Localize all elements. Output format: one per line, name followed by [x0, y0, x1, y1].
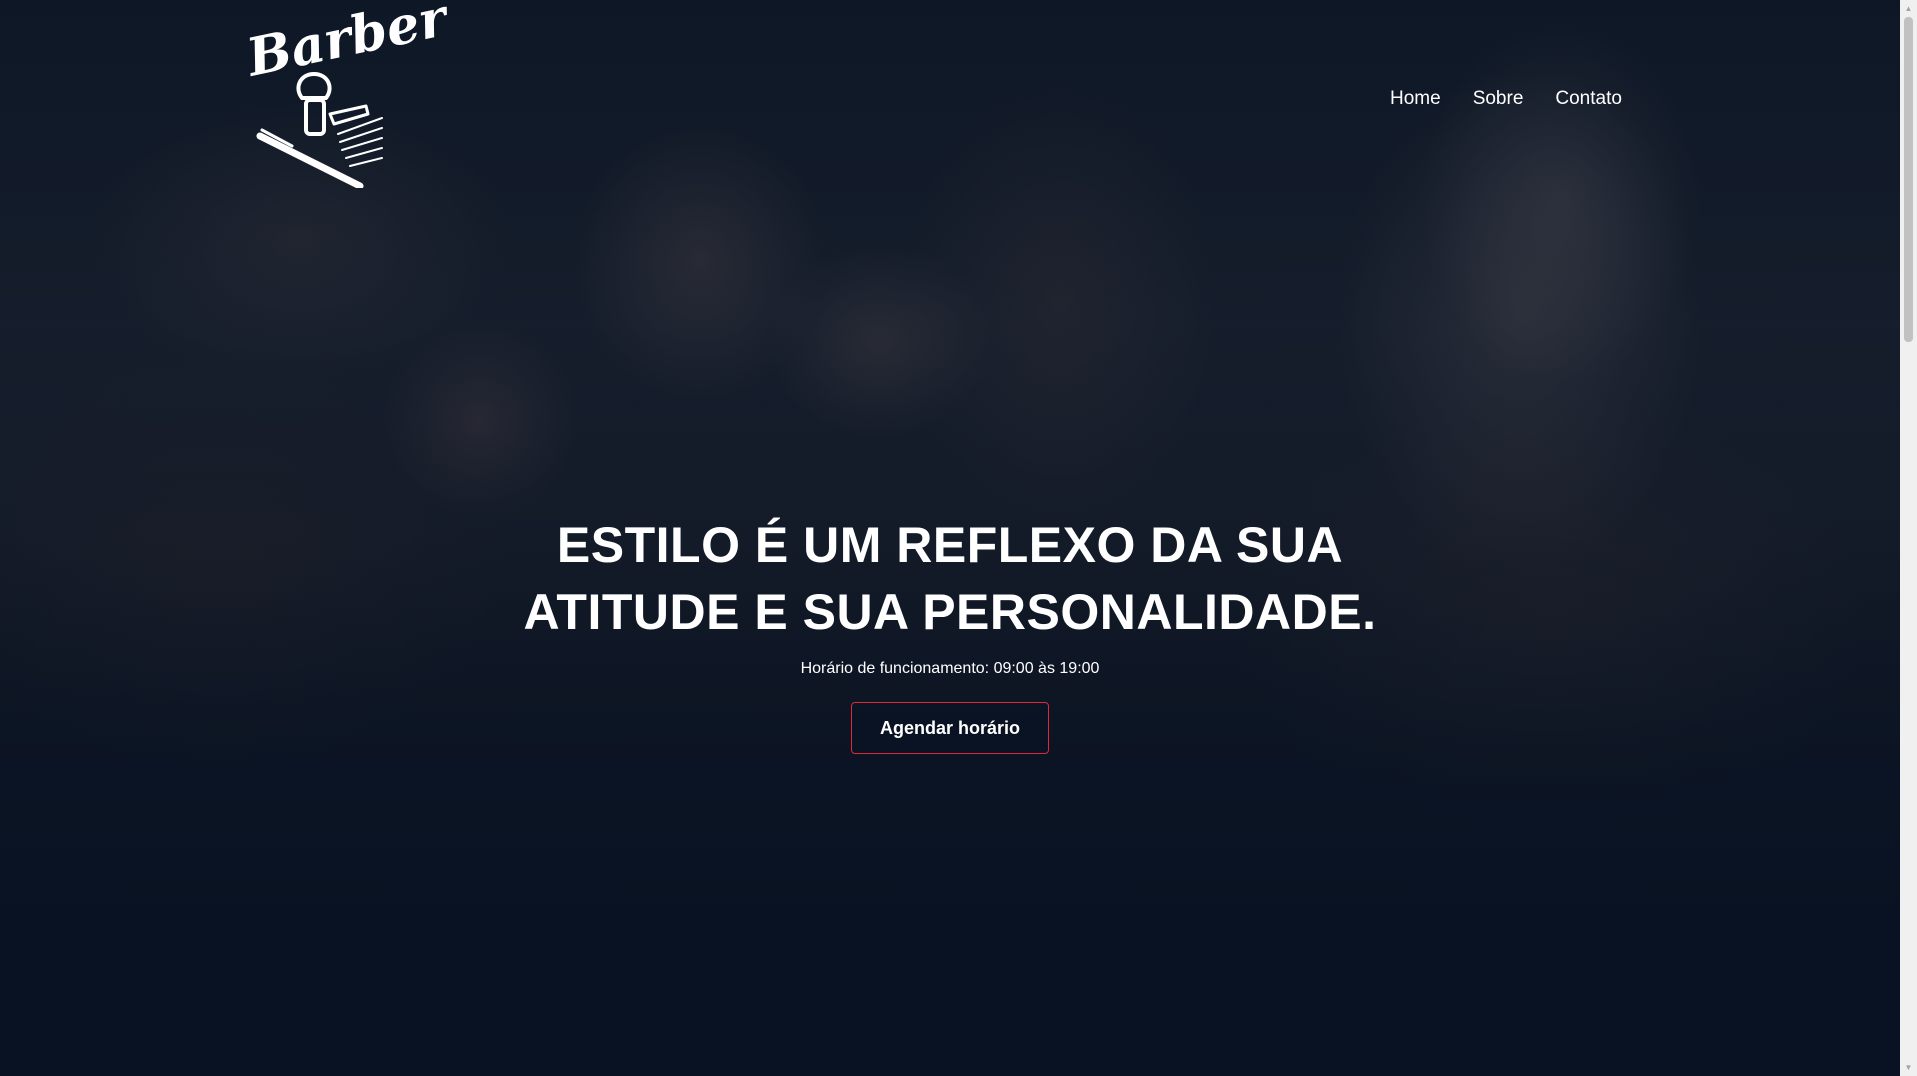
scrollbar[interactable]: ▲ ▼	[1900, 0, 1917, 1076]
barber-logo[interactable]: Barber	[242, 0, 452, 190]
scroll-down-arrow-icon[interactable]: ▼	[1900, 1059, 1917, 1076]
nav-item-sobre[interactable]: Sobre	[1473, 88, 1524, 110]
hero-content: ESTILO É UM REFLEXO DA SUA ATITUDE E SUA…	[0, 512, 1900, 754]
main-nav: Home Sobre Contato	[1390, 88, 1622, 110]
scroll-up-arrow-icon[interactable]: ▲	[1900, 0, 1917, 17]
nav-item-home[interactable]: Home	[1390, 88, 1441, 110]
hero-headline: ESTILO É UM REFLEXO DA SUA ATITUDE E SUA…	[500, 512, 1400, 646]
hero-headline-line2: ATITUDE E SUA PERSONALIDADE.	[523, 584, 1377, 640]
nav-item-contato[interactable]: Contato	[1555, 88, 1622, 110]
schedule-button[interactable]: Agendar horário	[850, 702, 1050, 754]
page: Barber Home Sobre Contato ESTILO É UM RE…	[0, 0, 1917, 1076]
opening-hours: Horário de funcionamento: 09:00 às 19:00	[800, 660, 1100, 677]
scroll-thumb[interactable]	[1904, 17, 1913, 342]
hero-headline-line1: ESTILO É UM REFLEXO DA SUA	[556, 517, 1344, 573]
